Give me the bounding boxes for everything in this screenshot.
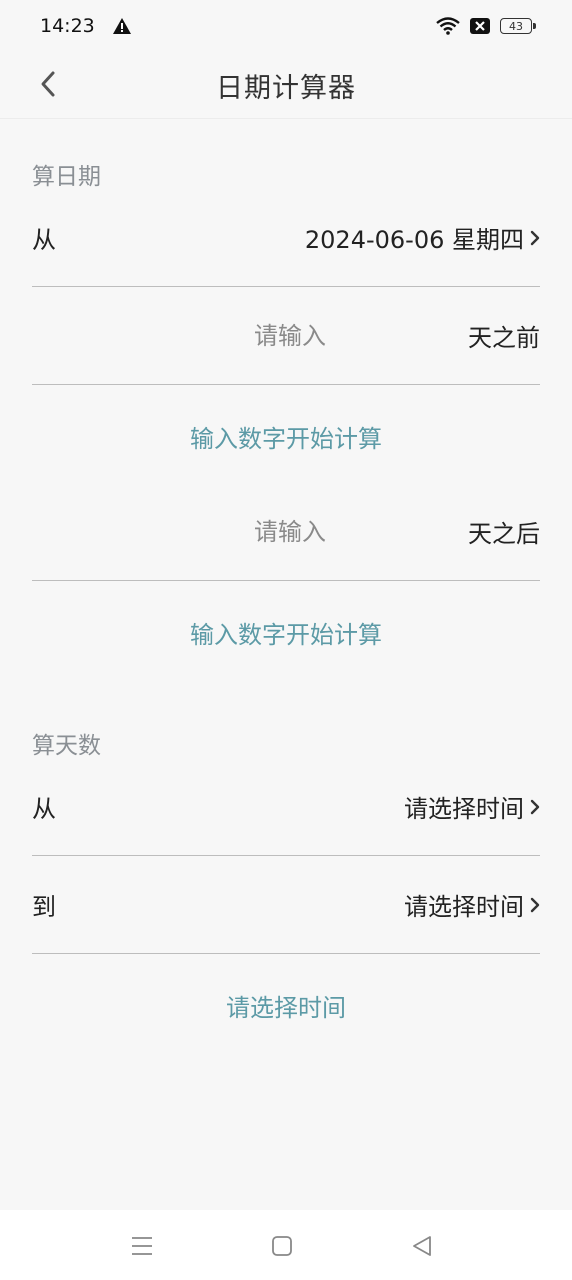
chevron-right-icon xyxy=(530,897,540,913)
days-after-input[interactable] xyxy=(218,516,362,547)
days-before-input[interactable] xyxy=(218,320,362,351)
days-before-unit: 天之前 xyxy=(468,324,540,352)
page-title: 日期计算器 xyxy=(216,72,356,104)
wifi-icon xyxy=(436,17,460,35)
section-title-calc-date: 算日期 xyxy=(32,164,101,190)
end-label: 到 xyxy=(32,893,56,921)
section-title-calc-days: 算天数 xyxy=(32,733,101,759)
days-between-result: 请选择时间 xyxy=(226,994,346,1022)
from-label: 从 xyxy=(32,226,56,254)
menu-icon[interactable] xyxy=(128,1232,156,1260)
days-after-unit: 天之后 xyxy=(468,520,540,548)
start-date-picker[interactable]: 请选择时间 xyxy=(404,789,540,824)
sim-off-icon xyxy=(470,18,490,34)
chevron-left-icon xyxy=(41,71,55,97)
chevron-right-icon xyxy=(530,230,540,246)
battery-level: 43 xyxy=(509,20,523,33)
start-label: 从 xyxy=(32,795,56,823)
end-date-picker[interactable]: 请选择时间 xyxy=(404,887,540,922)
from-date-picker[interactable]: 2024-06-06 星期四 xyxy=(305,220,540,255)
status-time: 14:23 xyxy=(40,15,95,37)
days-after-row: 天之后 xyxy=(32,483,540,581)
battery-icon: 43 xyxy=(500,18,536,34)
start-date-value: 请选择时间 xyxy=(404,795,524,823)
end-date-row[interactable]: 到 请选择时间 xyxy=(32,856,540,954)
warning-icon xyxy=(112,18,131,34)
end-date-value: 请选择时间 xyxy=(404,893,524,921)
back-button[interactable] xyxy=(32,64,64,104)
from-date-value: 2024-06-06 星期四 xyxy=(304,226,524,254)
start-date-row[interactable]: 从 请选择时间 xyxy=(32,758,540,856)
back-triangle-icon[interactable] xyxy=(408,1232,436,1260)
days-before-row: 天之前 xyxy=(32,287,540,385)
from-date-row[interactable]: 从 2024-06-06 星期四 xyxy=(32,189,540,287)
chevron-right-icon xyxy=(530,799,540,815)
days-before-result: 输入数字开始计算 xyxy=(190,425,382,453)
status-bar: 14:23 43 xyxy=(0,0,572,52)
days-after-result: 输入数字开始计算 xyxy=(190,621,382,649)
home-icon[interactable] xyxy=(268,1232,296,1260)
app-header: 日期计算器 xyxy=(0,52,572,119)
system-nav-bar xyxy=(0,1210,572,1280)
